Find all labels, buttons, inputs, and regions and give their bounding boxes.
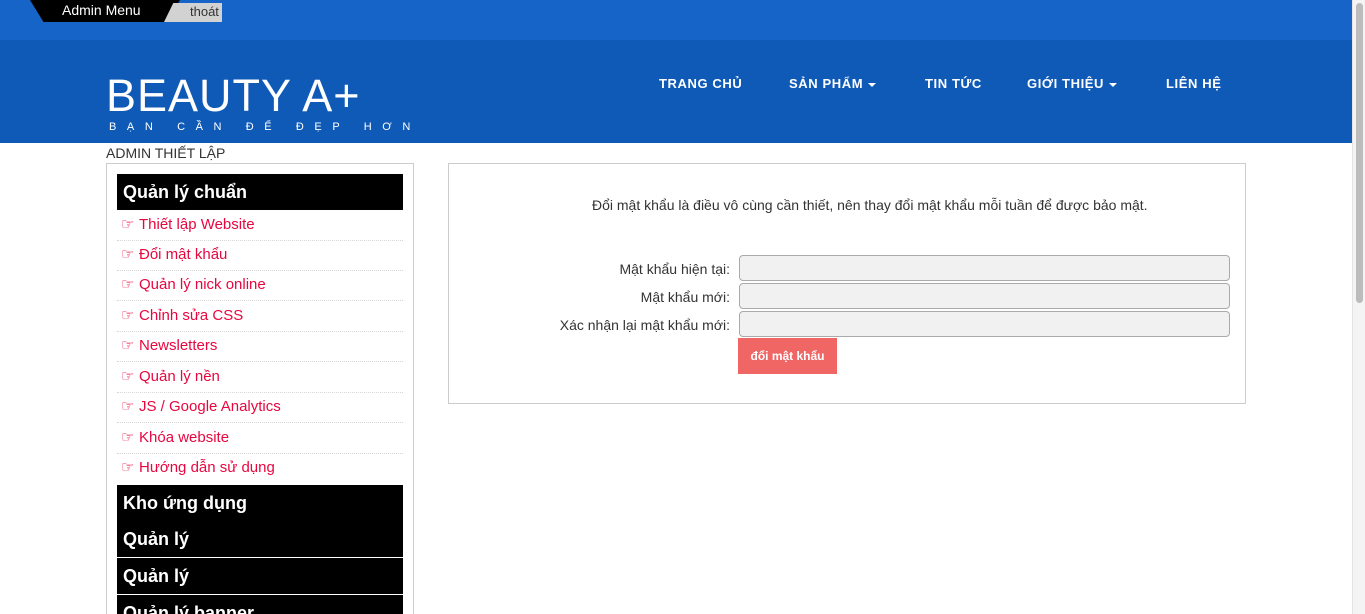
new-password-input[interactable] <box>739 283 1230 309</box>
change-password-panel: Đổi mật khẩu là điều vô cùng cần thiết, … <box>448 163 1246 404</box>
hand-pointing-right-icon: ☞ <box>121 307 135 324</box>
sidebar-item-lock-website[interactable]: ☞ Khóa website <box>117 424 403 454</box>
logout-link[interactable]: thoát <box>164 3 222 22</box>
sidebar-section-banner[interactable]: Quản lý banner <box>117 595 403 614</box>
sidebar-item-website-settings[interactable]: ☞ Thiết lập Website <box>117 211 403 241</box>
page-scrollbar[interactable] <box>1352 0 1365 614</box>
sidebar-group-title: Quản lý chuẩn <box>117 174 403 210</box>
sidebar-item-user-guide[interactable]: ☞ Hướng dẫn sử dụng <box>117 454 403 484</box>
sidebar-item-edit-css[interactable]: ☞ Chỉnh sửa CSS <box>117 302 403 332</box>
sidebar-item-label: Thiết lập Website <box>139 216 255 233</box>
hand-pointing-right-icon: ☞ <box>121 337 135 354</box>
sidebar-item-analytics[interactable]: ☞ JS / Google Analytics <box>117 393 403 423</box>
new-password-label: Mật khẩu mới: <box>640 289 730 305</box>
sidebar-item-label: Newsletters <box>139 337 218 354</box>
nav-news[interactable]: TIN TỨC <box>925 76 982 91</box>
sidebar-item-label: Quản lý nền <box>139 368 220 385</box>
nav-products[interactable]: SẢN PHẨM <box>789 76 877 91</box>
chevron-down-icon <box>1109 82 1118 87</box>
sidebar-section-manage-1[interactable]: Quản lý <box>117 521 403 557</box>
sidebar-item-background[interactable]: ☞ Quản lý nền <box>117 363 403 393</box>
sidebar-item-label: Chỉnh sửa CSS <box>139 307 244 324</box>
nav-home[interactable]: TRANG CHỦ <box>659 76 742 91</box>
sidebar-item-change-password[interactable]: ☞ Đổi mật khẩu <box>117 241 403 271</box>
nav-about-label: GIỚI THIỆU <box>1027 76 1105 91</box>
sidebar-item-label: JS / Google Analytics <box>139 398 281 415</box>
current-password-label: Mật khẩu hiện tại: <box>619 261 730 277</box>
section-label: ADMIN THIẾT LẬP <box>106 145 226 161</box>
chevron-down-icon <box>868 82 877 87</box>
scrollbar-thumb[interactable] <box>1356 3 1363 303</box>
hand-pointing-right-icon: ☞ <box>121 459 135 476</box>
hand-pointing-right-icon: ☞ <box>121 398 135 415</box>
sidebar-item-newsletters[interactable]: ☞ Newsletters <box>117 332 403 362</box>
admin-menu-button[interactable]: Admin Menu <box>30 0 180 22</box>
admin-bar: Admin Menu thoát <box>0 0 1352 40</box>
site-header: BEAUTY A+ BẠN CẦN ĐỂ ĐẸP HƠN TRANG CHỦ S… <box>0 40 1352 143</box>
sidebar-item-label: Khóa website <box>139 429 230 446</box>
hand-pointing-right-icon: ☞ <box>121 246 135 263</box>
sidebar-section-app-store[interactable]: Kho ứng dụng <box>117 485 403 521</box>
hand-pointing-right-icon: ☞ <box>121 368 135 385</box>
nav-contact[interactable]: LIÊN HỆ <box>1166 76 1221 91</box>
intro-text: Đổi mật khẩu là điều vô cùng cần thiết, … <box>592 197 1148 213</box>
site-slogan: BẠN CẦN ĐỂ ĐẸP HƠN <box>109 121 421 133</box>
sidebar-item-online-nicks[interactable]: ☞ Quản lý nick online <box>117 271 403 301</box>
sidebar-section-manage-2[interactable]: Quản lý <box>117 558 403 594</box>
admin-sidebar: Quản lý chuẩn ☞ Thiết lập Website ☞ Đổi mậ… <box>106 163 414 614</box>
nav-products-label: SẢN PHẨM <box>789 76 864 91</box>
sidebar-item-label: Đổi mật khẩu <box>139 246 228 263</box>
hand-pointing-right-icon: ☞ <box>121 429 135 446</box>
confirm-password-label: Xác nhận lại mật khẩu mới: <box>559 317 730 333</box>
sidebar-item-label: Quản lý nick online <box>139 276 266 293</box>
current-password-input[interactable] <box>739 255 1230 281</box>
site-logo[interactable]: BEAUTY A+ <box>106 70 361 122</box>
change-password-button[interactable]: đổi mật khẩu <box>738 338 837 374</box>
confirm-password-input[interactable] <box>739 311 1230 337</box>
hand-pointing-right-icon: ☞ <box>121 276 135 293</box>
nav-about[interactable]: GIỚI THIỆU <box>1027 76 1118 91</box>
hand-pointing-right-icon: ☞ <box>121 216 135 233</box>
sidebar-item-label: Hướng dẫn sử dụng <box>139 459 275 476</box>
